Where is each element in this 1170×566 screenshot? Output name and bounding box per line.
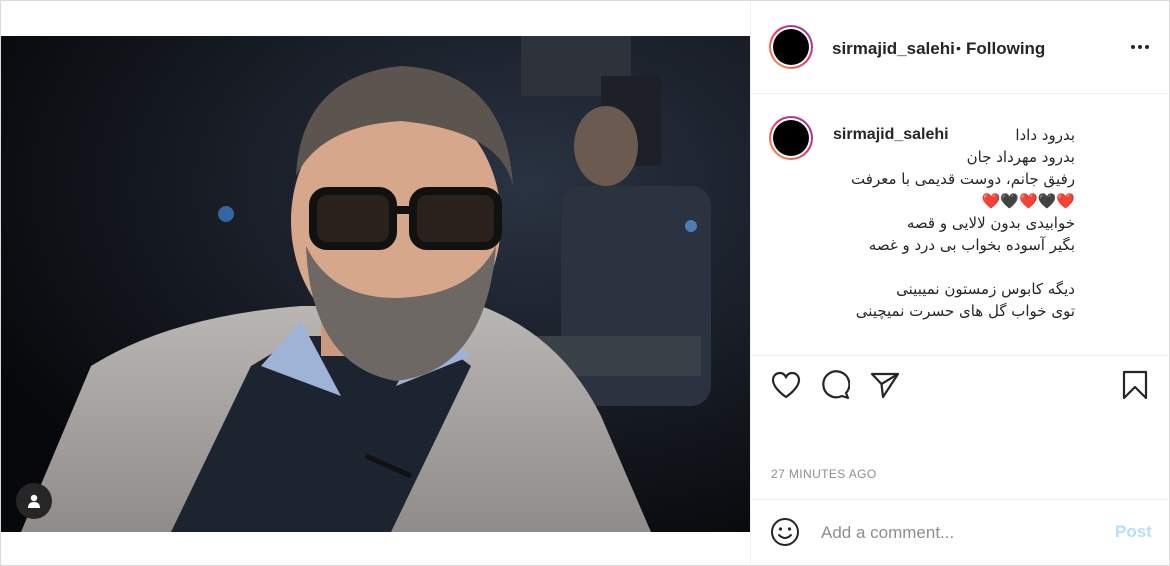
save-button[interactable] xyxy=(1118,368,1152,402)
bookmark-icon xyxy=(1122,370,1148,400)
share-icon xyxy=(870,372,900,399)
post-header: sirmajid_salehi • Following xyxy=(751,1,1169,94)
like-button[interactable] xyxy=(769,368,803,402)
caption-line: خوابیدی بدون لالایی و قصه xyxy=(906,214,1075,232)
share-button[interactable] xyxy=(868,368,902,402)
portrait-illustration xyxy=(1,36,750,532)
more-options-button[interactable] xyxy=(1127,39,1153,55)
caption-line: توی خواب گل های حسرت نمیچینی xyxy=(855,302,1075,320)
caption-line: بدرود دادا xyxy=(1015,126,1075,144)
caption-line: بدرود مهرداد جان xyxy=(966,148,1075,166)
caption-text: بدرود دادا بدرود مهرداد جان رفیق جانم، د… xyxy=(833,124,1075,322)
header-username[interactable]: sirmajid_salehi xyxy=(832,39,955,59)
post-card: sirmajid_salehi • Following sirmajid_sal… xyxy=(0,0,1170,566)
user-tag-button[interactable] xyxy=(16,483,52,519)
post-photo[interactable] xyxy=(1,36,750,532)
following-button[interactable]: Following xyxy=(966,39,1045,59)
user-tag-icon xyxy=(28,494,40,508)
heart-icon xyxy=(771,371,801,399)
action-bar xyxy=(751,356,1169,416)
comment-input[interactable] xyxy=(819,520,1083,546)
comment-bar: Post xyxy=(751,499,1169,566)
more-options-icon xyxy=(1131,45,1149,49)
caption-line: ❤️🖤❤️🖤❤️ xyxy=(981,192,1075,210)
header-avatar[interactable] xyxy=(769,25,813,69)
caption-avatar[interactable] xyxy=(769,116,813,160)
emoji-icon xyxy=(771,518,799,546)
post-timestamp[interactable]: 27 MINUTES AGO xyxy=(771,467,877,481)
comment-button[interactable] xyxy=(818,368,852,402)
post-side-panel: sirmajid_salehi • Following sirmajid_sal… xyxy=(751,1,1169,565)
emoji-button[interactable] xyxy=(769,516,801,548)
caption-area: sirmajid_salehi بدرود دادا بدرود مهرداد … xyxy=(751,94,1169,356)
caption-line: بگیر آسوده بخواب بی درد و غصه xyxy=(868,236,1075,254)
caption-line: رفیق جانم، دوست قدیمی با معرفت xyxy=(851,170,1075,188)
post-media xyxy=(1,1,751,565)
header-separator: • xyxy=(956,40,961,56)
post-comment-button[interactable]: Post xyxy=(1115,522,1152,542)
caption-line: دیگه کابوس زمستون نمیبینی xyxy=(896,280,1075,298)
comment-icon xyxy=(822,370,850,400)
